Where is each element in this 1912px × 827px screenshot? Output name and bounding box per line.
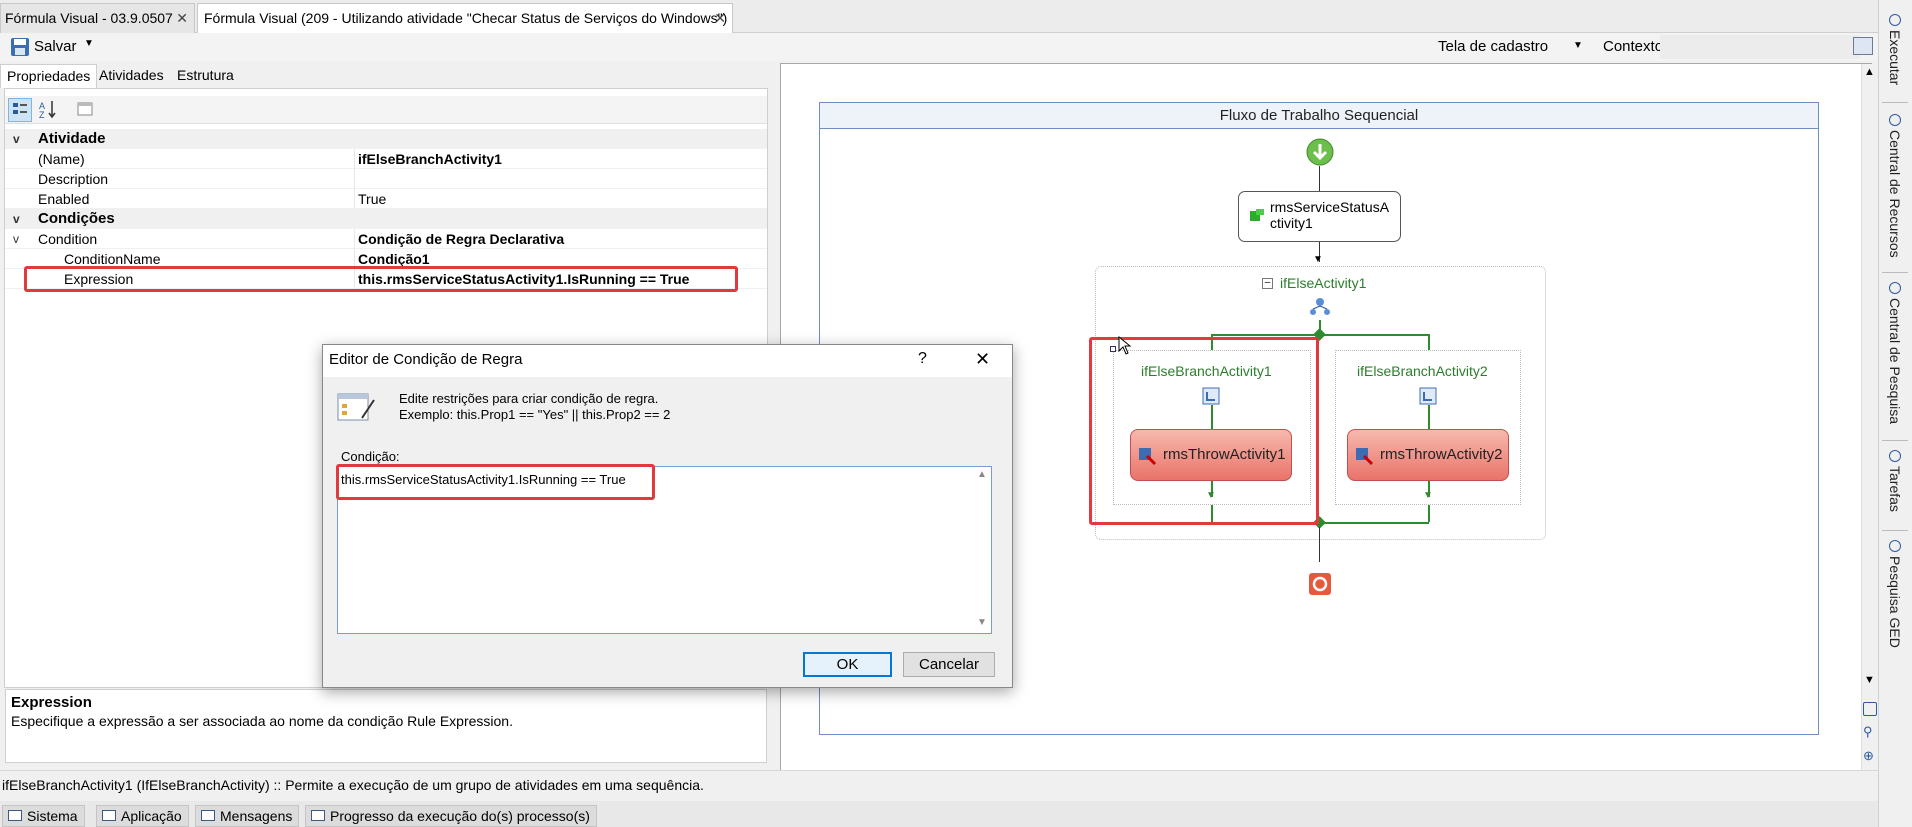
- designer-scrollbar[interactable]: ▲ ▼ ⚲ ⊕: [1861, 64, 1878, 770]
- zoom-icon[interactable]: [1863, 702, 1877, 716]
- end-icon: [1309, 573, 1331, 595]
- window-icon: [102, 810, 116, 821]
- property-row-condition[interactable]: v Condition Condição de Regra Declarativ…: [5, 229, 767, 249]
- chevron-up-icon[interactable]: ▲: [977, 469, 987, 480]
- help-button[interactable]: ?: [918, 350, 927, 368]
- property-row-description[interactable]: Description: [5, 169, 767, 189]
- context-field[interactable]: [1660, 35, 1860, 59]
- condition-label: Condição:: [341, 449, 400, 464]
- toolbar: [0, 33, 1878, 61]
- property-row-enabled[interactable]: Enabled True: [5, 189, 767, 209]
- chevron-down-icon[interactable]: ▼: [1864, 674, 1875, 686]
- tab-central-recursos[interactable]: Central de Recursos: [1880, 114, 1910, 264]
- window-icon: [8, 810, 22, 821]
- tab-propriedades[interactable]: Propriedades: [0, 64, 98, 88]
- ok-button[interactable]: OK: [803, 652, 892, 677]
- binoculars-icon[interactable]: ⚲: [1863, 724, 1873, 740]
- property-grid-toolbar: [5, 96, 767, 124]
- tab-aplicacao[interactable]: Aplicação: [96, 805, 189, 827]
- tab-tarefas[interactable]: Tarefas: [1880, 450, 1910, 530]
- property-row-name[interactable]: (Name) ifElseBranchActivity1: [5, 149, 767, 169]
- arrow-down-icon: ▼: [1313, 254, 1323, 265]
- status-text: ifElseBranchActivity1 (IfElseBranchActiv…: [2, 777, 704, 793]
- document-search-icon: [1889, 282, 1901, 294]
- screen-selector[interactable]: Tela de cadastro: [1438, 38, 1548, 55]
- description-text: Especifique a expressão a ser associada …: [11, 713, 513, 729]
- branch-1-highlight: [1089, 337, 1319, 525]
- category-atividade[interactable]: v Atividade: [5, 129, 767, 149]
- dialog-info-line-1: Edite restrições para criar condição de …: [399, 391, 659, 406]
- tab-formula-visual-209[interactable]: Fórmula Visual (209 - Utilizando ativida…: [197, 3, 733, 33]
- chevron-down-icon[interactable]: ▼: [1573, 40, 1583, 51]
- ifelse-icon: [1310, 298, 1330, 315]
- save-icon[interactable]: [10, 37, 30, 57]
- textarea-scrollbar[interactable]: ▲ ▼: [973, 467, 991, 633]
- message-icon: [201, 810, 215, 821]
- cancel-button[interactable]: Cancelar: [903, 652, 995, 677]
- document-icon: [1889, 540, 1901, 552]
- start-icon: [1306, 138, 1334, 166]
- property-pages-icon[interactable]: [74, 98, 98, 122]
- task-icon: [1889, 450, 1901, 462]
- description-title: Expression: [11, 694, 92, 711]
- svg-text:Z: Z: [39, 110, 45, 120]
- chevron-down-icon[interactable]: ▼: [977, 617, 987, 628]
- chevron-down-icon[interactable]: v: [13, 129, 29, 149]
- mouse-cursor-icon: [1118, 336, 1132, 355]
- tab-label: Fórmula Visual (209 - Utilizando ativida…: [204, 10, 728, 26]
- progress-icon: [311, 810, 325, 821]
- condition-highlight: [336, 464, 655, 500]
- chevron-down-icon[interactable]: v: [13, 229, 29, 249]
- rule-editor-icon: [337, 393, 375, 421]
- search-icon: [1889, 114, 1901, 126]
- layout-icon[interactable]: [1853, 37, 1873, 55]
- dialog-title: Editor de Condição de Regra: [329, 351, 523, 368]
- close-icon[interactable]: ✕: [975, 349, 990, 370]
- workflow-header: Fluxo de Trabalho Sequencial: [820, 103, 1818, 129]
- throw-icon: [1356, 448, 1374, 466]
- dialog-info-line-2: Exemplo: this.Prop1 == "Yes" || this.Pro…: [399, 407, 671, 422]
- pan-icon[interactable]: ⊕: [1863, 748, 1874, 764]
- chevron-up-icon[interactable]: ▲: [1864, 66, 1875, 78]
- tab-executar[interactable]: Executar: [1880, 14, 1910, 94]
- chevron-down-icon[interactable]: ▼: [84, 38, 94, 49]
- category-condicoes[interactable]: v Condições: [5, 209, 767, 229]
- branch-icon: [1419, 387, 1437, 405]
- chevron-down-icon[interactable]: v: [13, 209, 29, 229]
- categorized-icon[interactable]: [8, 98, 32, 122]
- tab-sistema[interactable]: Sistema: [2, 805, 85, 827]
- tab-mensagens[interactable]: Mensagens: [195, 805, 300, 827]
- close-icon[interactable]: ✕: [176, 4, 188, 32]
- throw-activity-2[interactable]: rmsThrowActivity2: [1347, 429, 1509, 481]
- gear-icon: [1889, 14, 1901, 26]
- close-icon[interactable]: ✕: [714, 4, 726, 32]
- context-label: Contexto:: [1603, 38, 1668, 55]
- tab-formula-visual-0507[interactable]: Fórmula Visual - 03.9.0507 ✕: [0, 3, 195, 33]
- tab-label: Fórmula Visual - 03.9.0507: [5, 10, 173, 26]
- service-icon: [1250, 209, 1264, 221]
- save-button[interactable]: Salvar: [34, 38, 77, 55]
- service-status-activity[interactable]: rmsServiceStatusA ctivity1: [1238, 191, 1401, 242]
- ifelse-label: ifElseActivity1: [1280, 275, 1367, 291]
- branch-2-label: ifElseBranchActivity2: [1357, 363, 1488, 379]
- tab-pesquisa-ged[interactable]: Pesquisa GED: [1880, 540, 1910, 650]
- collapse-icon[interactable]: –: [1262, 278, 1273, 289]
- tab-central-pesquisa[interactable]: Central de Pesquisa: [1880, 282, 1910, 432]
- tab-estrutura[interactable]: Estrutura: [171, 64, 240, 88]
- sort-alpha-icon[interactable]: AZ: [37, 98, 61, 122]
- expression-highlight: [24, 266, 738, 292]
- tab-atividades[interactable]: Atividades: [93, 64, 170, 88]
- tab-progresso[interactable]: Progresso da execução do(s) processo(s): [305, 805, 597, 827]
